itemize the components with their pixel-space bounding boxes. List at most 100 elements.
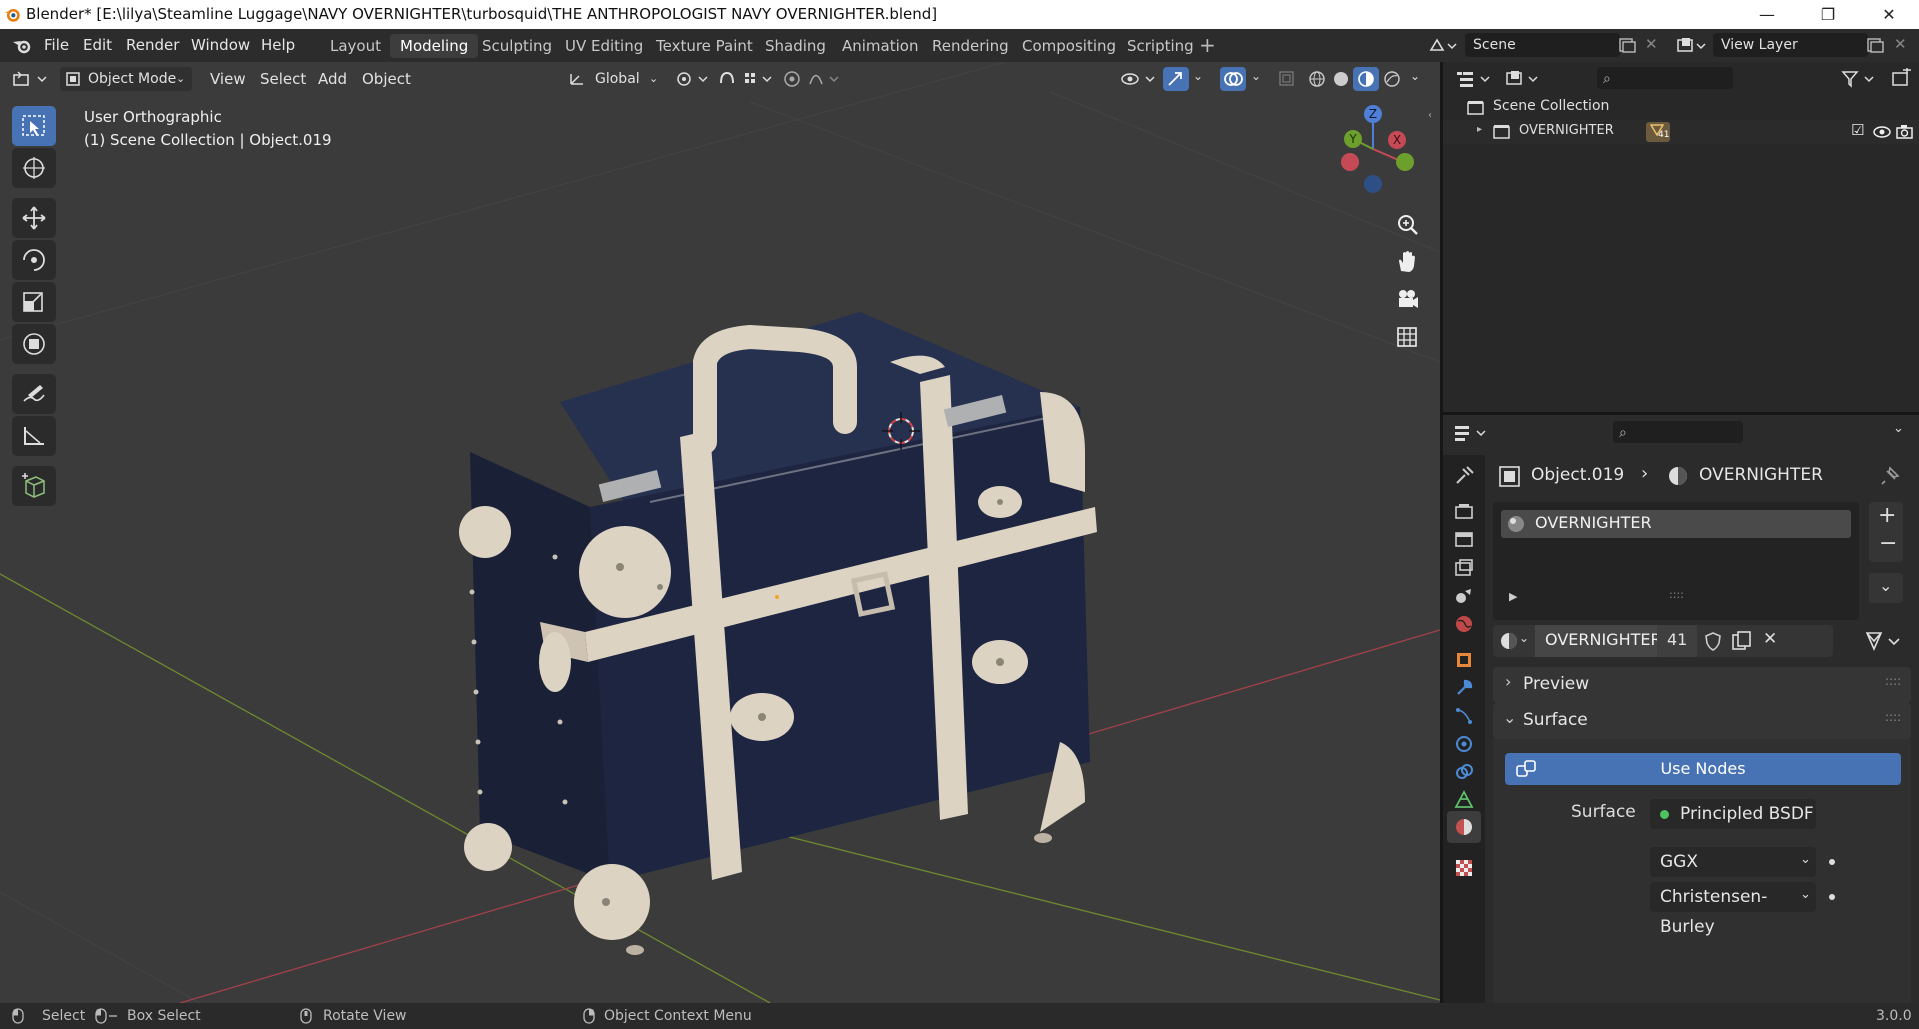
- chevron-down-icon[interactable]: ⌄: [1893, 421, 1904, 436]
- data-tab-icon[interactable]: [1451, 787, 1477, 813]
- menu-edit[interactable]: Edit: [83, 29, 112, 62]
- menu-window[interactable]: Window: [191, 29, 250, 62]
- exclude-checkbox-icon[interactable]: ☑: [1851, 121, 1864, 139]
- material-name-field[interactable]: OVERNIGHTER: [1535, 625, 1662, 657]
- eye-icon[interactable]: [1873, 125, 1891, 139]
- physics-tab-icon[interactable]: [1451, 731, 1477, 757]
- distribution-dropdown[interactable]: GGX ⌄: [1650, 847, 1816, 877]
- properties-search-input[interactable]: ⌕: [1613, 421, 1743, 443]
- 3d-viewport[interactable]: Object Mode ⌄ View Select Add Object Glo…: [0, 62, 1440, 1003]
- view-layer-selector-icon[interactable]: [1676, 36, 1708, 56]
- viewport-menu-object[interactable]: Object: [362, 62, 411, 96]
- duplicate-material-icon[interactable]: [1731, 630, 1753, 652]
- cursor-tool[interactable]: [12, 148, 56, 188]
- filter-icon[interactable]: [1841, 69, 1879, 89]
- material-slot-list[interactable]: OVERNIGHTER ▶ ::::: [1493, 502, 1859, 620]
- tab-shading[interactable]: Shading: [755, 34, 836, 58]
- object-tab-icon[interactable]: [1451, 647, 1477, 673]
- add-slot-button[interactable]: +: [1878, 503, 1896, 528]
- tool-tab-icon[interactable]: [1451, 463, 1477, 489]
- snap-icon[interactable]: [717, 69, 775, 89]
- subsurface-socket-dot-icon[interactable]: [1829, 894, 1835, 900]
- expand-arrow-icon[interactable]: ▸: [1477, 124, 1482, 135]
- pivot-point-icon[interactable]: [675, 69, 711, 89]
- constraints-tab-icon[interactable]: [1451, 759, 1477, 785]
- surface-panel-header[interactable]: ⌄ Surface ::::: [1493, 703, 1911, 739]
- add-workspace-icon[interactable]: +: [1199, 33, 1216, 57]
- slot-specials-button[interactable]: ⌄: [1869, 573, 1903, 603]
- delete-view-layer-icon[interactable]: ✕: [1894, 35, 1907, 53]
- wireframe-shading-icon[interactable]: [1308, 70, 1326, 88]
- measure-tool[interactable]: [12, 416, 56, 456]
- new-collection-icon[interactable]: [1891, 68, 1913, 88]
- annotate-tool[interactable]: [12, 374, 56, 414]
- outliner-editor-type-icon[interactable]: [1455, 69, 1493, 89]
- render-tab-icon[interactable]: [1451, 499, 1477, 525]
- chevron-down-icon[interactable]: ⌄: [1251, 69, 1261, 83]
- add-cube-tool[interactable]: [12, 466, 56, 506]
- user-count-button[interactable]: 41: [1657, 625, 1697, 657]
- scene-name-field[interactable]: Scene: [1465, 33, 1620, 57]
- minimize-button[interactable]: —: [1744, 0, 1790, 29]
- tab-modeling[interactable]: Modeling: [390, 34, 479, 58]
- scene-tab-icon[interactable]: [1451, 583, 1477, 609]
- outliner-row-scene-collection[interactable]: Scene Collection: [1443, 96, 1919, 120]
- output-tab-icon[interactable]: [1451, 527, 1477, 553]
- tab-rendering[interactable]: Rendering: [922, 34, 1019, 58]
- camera-view-button[interactable]: [1392, 284, 1422, 314]
- transform-orientation-dropdown[interactable]: Global ⌄: [565, 67, 663, 91]
- scale-tool[interactable]: [12, 282, 56, 322]
- object-mode-dropdown[interactable]: Object Mode ⌄: [60, 67, 192, 91]
- gizmo-toggle-button[interactable]: [1163, 67, 1189, 91]
- subsurface-method-dropdown[interactable]: Christensen-Burley ⌄: [1650, 882, 1816, 937]
- outliner-search-input[interactable]: ⌕: [1597, 67, 1733, 89]
- menu-file[interactable]: File: [44, 29, 69, 62]
- transform-tool[interactable]: [12, 324, 56, 364]
- menu-help[interactable]: Help: [261, 29, 295, 62]
- display-mode-icon[interactable]: [1505, 69, 1543, 89]
- view-layer-tab-icon[interactable]: [1451, 555, 1477, 581]
- material-datablock-selector[interactable]: ⌄ OVERNIGHTER 41 ✕: [1493, 625, 1833, 657]
- tab-scripting[interactable]: Scripting: [1117, 34, 1204, 58]
- overlays-toggle-button[interactable]: [1220, 67, 1246, 91]
- chevron-down-icon[interactable]: ⌄: [1193, 69, 1203, 83]
- tab-uv-editing[interactable]: UV Editing: [555, 34, 653, 58]
- remove-slot-button[interactable]: −: [1879, 531, 1897, 556]
- tab-sculpting[interactable]: Sculpting: [472, 34, 562, 58]
- tab-animation[interactable]: Animation: [832, 34, 928, 58]
- rendered-shading-icon[interactable]: [1383, 70, 1401, 88]
- perspective-toggle-button[interactable]: [1392, 322, 1422, 352]
- xray-toggle-icon[interactable]: [1278, 70, 1296, 88]
- fake-user-shield-icon[interactable]: [1703, 631, 1723, 651]
- link-data-dropdown-icon[interactable]: [1863, 627, 1907, 655]
- close-button[interactable]: ✕: [1866, 0, 1912, 29]
- rotate-tool[interactable]: [12, 240, 56, 280]
- viewport-menu-select[interactable]: Select: [260, 62, 306, 96]
- maximize-button[interactable]: ❐: [1805, 0, 1851, 29]
- delete-scene-icon[interactable]: ✕: [1645, 35, 1658, 53]
- modifier-tab-icon[interactable]: [1451, 675, 1477, 701]
- particles-tab-icon[interactable]: [1451, 703, 1477, 729]
- select-box-tool[interactable]: [12, 106, 56, 146]
- distribution-socket-dot-icon[interactable]: [1829, 859, 1835, 865]
- new-view-layer-icon[interactable]: [1866, 37, 1884, 54]
- tab-compositing[interactable]: Compositing: [1012, 34, 1126, 58]
- texture-tab-icon[interactable]: [1451, 855, 1477, 881]
- panel-drag-handle-icon[interactable]: ::::: [1885, 710, 1901, 724]
- view-layer-field[interactable]: View Layer: [1713, 33, 1868, 57]
- pan-button[interactable]: [1392, 247, 1422, 277]
- new-scene-icon[interactable]: [1618, 37, 1636, 54]
- render-camera-icon[interactable]: [1896, 124, 1914, 140]
- chevron-down-icon[interactable]: ⌄: [1410, 69, 1420, 83]
- outliner-row-overnighter[interactable]: ▸ OVERNIGHTER 41 ☑: [1443, 120, 1919, 144]
- scene-selector-icon[interactable]: [1428, 36, 1458, 56]
- tab-layout[interactable]: Layout: [320, 34, 391, 58]
- material-browse-icon[interactable]: [1499, 630, 1521, 652]
- editor-type-icon[interactable]: [12, 69, 50, 89]
- proportional-editing-icon[interactable]: [782, 69, 842, 89]
- material-preview-button[interactable]: [1353, 67, 1379, 91]
- unlink-material-icon[interactable]: ✕: [1763, 629, 1777, 649]
- tab-texture-paint[interactable]: Texture Paint: [646, 34, 763, 58]
- mesh-count-badge[interactable]: 41: [1646, 122, 1670, 142]
- visibility-selectability-icon[interactable]: [1120, 69, 1158, 89]
